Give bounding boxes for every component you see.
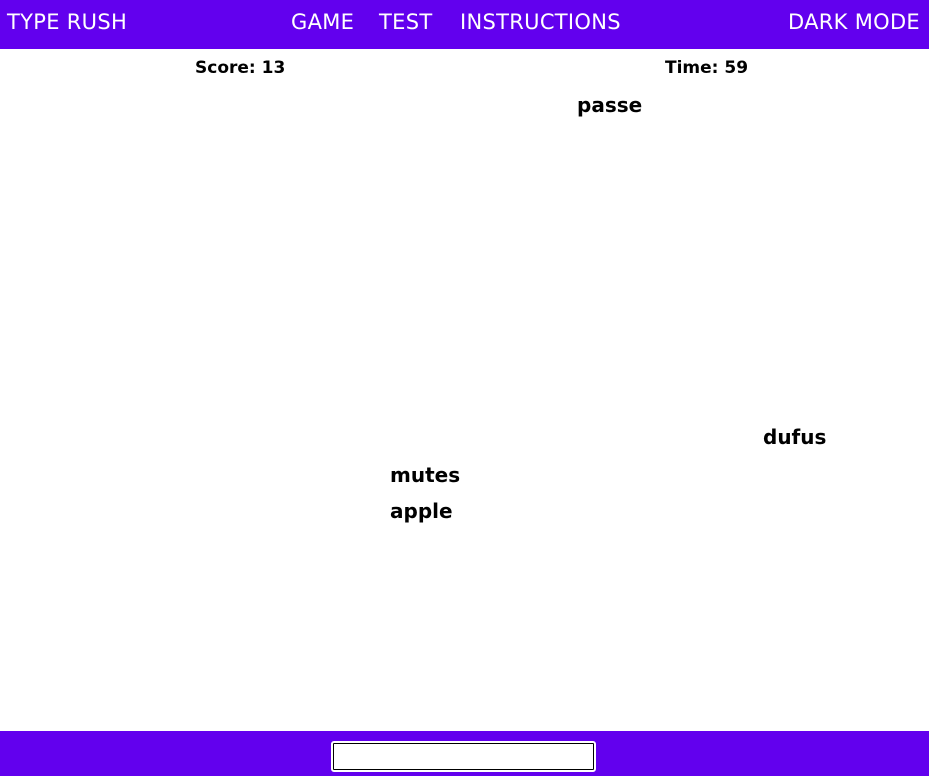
score-display: Score: 13 [195,58,286,78]
nav-instructions-link[interactable]: INSTRUCTIONS [460,0,621,44]
falling-word: mutes [390,463,461,487]
word-input[interactable] [331,741,596,772]
falling-word: passe [577,93,643,117]
time-display: Time: 59 [665,58,749,78]
app-title: TYPE RUSH [7,10,128,34]
dark-mode-toggle[interactable]: DARK MODE [788,0,920,44]
nav-game-link[interactable]: GAME [291,0,354,44]
top-navbar: TYPE RUSH GAME TEST INSTRUCTIONS DARK MO… [0,0,929,49]
falling-word: apple [390,499,453,523]
falling-word: dufus [763,425,827,449]
input-bar [0,731,929,776]
nav-test-link[interactable]: TEST [379,0,432,44]
